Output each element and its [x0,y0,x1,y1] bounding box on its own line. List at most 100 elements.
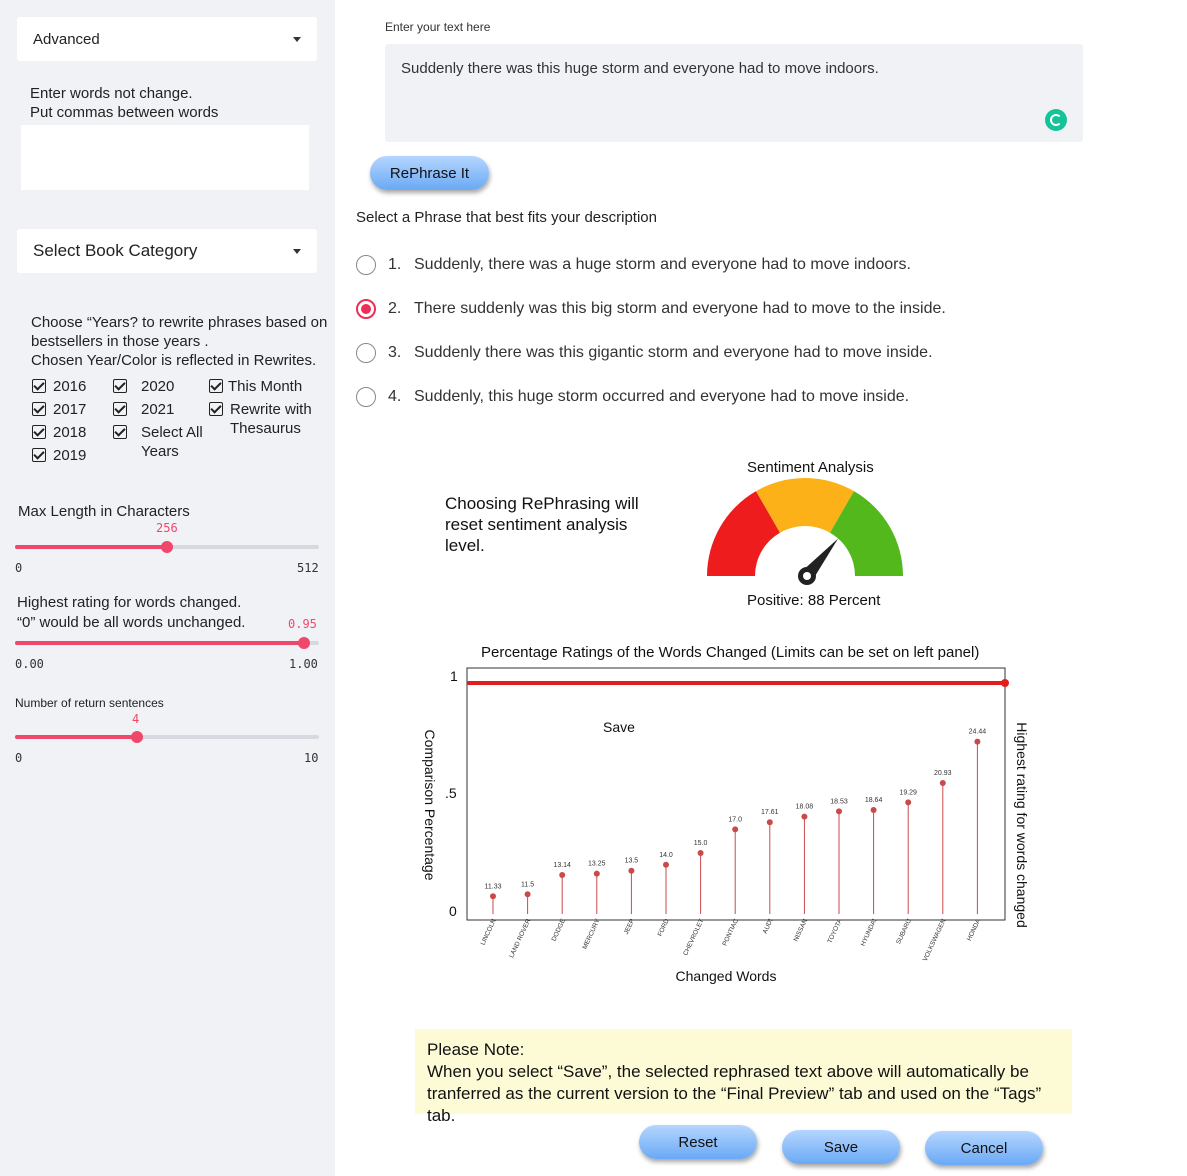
data-label: 13.25 [588,861,606,868]
select-all-label-1: Select All [141,424,203,441]
return-sentences-slider[interactable] [15,731,319,743]
option-text: Suddenly, this huge storm occurred and e… [414,388,910,405]
max-length-slider[interactable] [15,541,319,553]
checkbox-this-month[interactable]: This Month [209,377,302,396]
data-label: 11.5 [521,881,534,888]
data-label: 15.0 [694,840,708,847]
x-tick-label: LINCOLN [480,918,498,947]
data-point [524,891,531,898]
y-tick-label: 1 [450,668,458,684]
checkbox-thesaurus[interactable]: Rewrite with Thesaurus [209,400,312,438]
advanced-select[interactable]: Advanced [17,17,317,61]
words-not-change-label-1: Enter words not change. [30,85,193,102]
slider-thumb[interactable] [297,637,310,649]
option-number: 1. [388,256,402,273]
return-sentences-label: Number of return sentences [15,696,164,710]
return-sentences-value: 4 [132,712,140,726]
text-input[interactable]: Suddenly there was this huge storm and e… [385,44,1083,142]
data-point [663,861,669,868]
checkbox-2019[interactable]: 2019 [32,446,86,465]
checkbox-2017[interactable]: 2017 [32,400,86,419]
data-label: 17.61 [761,809,779,816]
checkbox-checked-icon [209,379,223,393]
thesaurus-label-1: Rewrite with [230,401,312,418]
checkbox-checked-icon [32,379,46,393]
grammarly-icon[interactable] [1045,109,1067,131]
max-length-max: 512 [297,561,319,575]
words-not-change-input[interactable] [21,125,309,190]
years-desc-2: bestsellers in those years . [31,333,209,350]
sentiment-result: Positive: 88 Percent [747,592,881,609]
data-point [697,850,704,856]
radio-icon[interactable] [356,387,376,407]
data-point [836,808,842,815]
option-text: There suddenly was this big storm and ev… [414,300,946,317]
rephrase-reset-note: Choosing RePhrasing will reset sentiment… [445,494,639,555]
save-button[interactable]: Save [782,1130,900,1164]
gauge-needle-hub-inner [803,572,811,580]
max-length-label: Max Length in Characters [18,503,190,520]
data-label: 11.33 [485,883,502,890]
data-label: 18.08 [796,804,814,811]
checkbox-2020[interactable]: 2020 [113,377,174,396]
data-point [732,826,739,833]
plot-frame [466,667,1006,921]
chart-title: Percentage Ratings of the Words Changed … [481,644,979,661]
radio-selected-icon[interactable] [356,299,376,319]
thesaurus-label-2: Thesaurus [230,420,301,437]
y-tick-label: .5 [445,785,457,801]
max-length-value: 256 [156,521,178,535]
select-all-label-2: Years [141,443,179,460]
radio-icon[interactable] [356,343,376,363]
x-tick-label: LAND ROVER [508,918,532,960]
cancel-button[interactable]: Cancel [925,1131,1043,1165]
checkbox-2018[interactable]: 2018 [32,423,86,442]
data-label: 17.0 [728,816,742,823]
chart-inner-label: Save [603,719,635,735]
data-label: 19.29 [899,789,917,796]
threshold-end-point [1001,679,1009,687]
save-note: Please Note: When you select “Save”, the… [415,1029,1072,1125]
slider-thumb[interactable] [130,731,143,743]
phrase-option-4[interactable]: 4. Suddenly, this huge storm occurred an… [356,387,909,407]
highest-rating-value: 0.95 [288,617,317,631]
highest-rating-max: 1.00 [289,657,318,671]
radio-icon[interactable] [356,255,376,275]
note-line-2: tranferred as the current version to the… [427,1084,1042,1125]
words-not-change-label-2: Put commas between words [30,104,219,121]
data-label: 24.44 [969,729,987,736]
checkbox-2021[interactable]: 2021 [113,400,174,419]
phrase-option-2[interactable]: 2. There suddenly was this big storm and… [356,299,946,319]
data-label: 13.14 [553,862,571,869]
return-sentences-max: 10 [304,751,319,765]
phrase-option-3[interactable]: 3. Suddenly there was this gigantic stor… [356,343,933,363]
book-category-select[interactable]: Select Book Category [17,229,317,273]
x-tick-label: VOLKSWAGEN [922,918,948,963]
data-label: 18.64 [865,797,883,804]
years-desc-1: Choose “Years? to rewrite phrases based … [31,314,328,331]
checkbox-2018-label: 2018 [53,424,87,441]
data-label: 18.53 [830,798,848,805]
checkbox-2016[interactable]: 2016 [32,377,86,396]
phrase-option-1[interactable]: 1. Suddenly, there was a huge storm and … [356,255,911,275]
option-number: 3. [388,344,402,361]
rephrase-button[interactable]: RePhrase It [370,156,489,190]
x-tick-label: TOYOTA [826,917,844,944]
checkbox-select-all-years[interactable]: Select All Years [113,423,203,461]
years-desc-3: Chosen Year/Color is reflected in Rewrit… [31,352,317,369]
reset-button[interactable]: Reset [639,1125,757,1159]
checkbox-checked-icon [209,402,223,416]
max-length-min: 0 [15,561,23,575]
x-tick-label: FORD [657,918,671,938]
data-label: 14.0 [659,852,673,859]
x-tick-label: DODGE [551,917,568,942]
this-month-label: This Month [228,378,303,395]
x-axis-label: Changed Words [676,968,777,984]
option-number: 2. [388,300,402,317]
checkbox-checked-icon [113,402,127,416]
checkbox-checked-icon [113,425,127,439]
checkbox-checked-icon [113,379,127,393]
slider-thumb[interactable] [161,541,173,553]
highest-rating-slider[interactable] [15,637,319,649]
data-point [559,871,566,878]
